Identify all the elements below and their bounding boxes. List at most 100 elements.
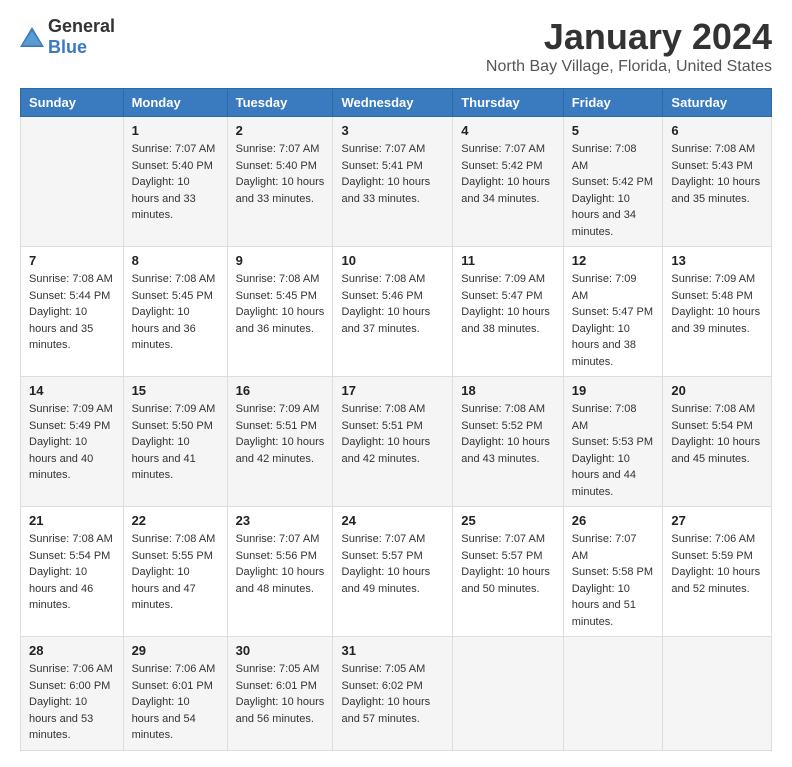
- calendar-cell-4-6: [663, 637, 772, 751]
- day-number: 20: [671, 383, 763, 398]
- day-number: 5: [572, 123, 655, 138]
- calendar-cell-3-6: 27Sunrise: 7:06 AMSunset: 5:59 PMDayligh…: [663, 507, 772, 637]
- day-number: 31: [341, 643, 444, 658]
- calendar-cell-3-5: 26Sunrise: 7:07 AMSunset: 5:58 PMDayligh…: [563, 507, 663, 637]
- day-info: Sunrise: 7:08 AMSunset: 5:45 PMDaylight:…: [132, 271, 219, 354]
- day-number: 16: [236, 383, 325, 398]
- day-number: 2: [236, 123, 325, 138]
- header: General Blue January 2024 North Bay Vill…: [20, 16, 772, 76]
- day-number: 23: [236, 513, 325, 528]
- day-info: Sunrise: 7:09 AMSunset: 5:47 PMDaylight:…: [572, 271, 655, 370]
- day-info: Sunrise: 7:08 AMSunset: 5:44 PMDaylight:…: [29, 271, 115, 354]
- calendar-cell-1-6: 13Sunrise: 7:09 AMSunset: 5:48 PMDayligh…: [663, 247, 772, 377]
- day-number: 10: [341, 253, 444, 268]
- day-info: Sunrise: 7:07 AMSunset: 5:58 PMDaylight:…: [572, 531, 655, 630]
- day-info: Sunrise: 7:08 AMSunset: 5:52 PMDaylight:…: [461, 401, 554, 467]
- day-info: Sunrise: 7:08 AMSunset: 5:53 PMDaylight:…: [572, 401, 655, 500]
- calendar-cell-0-4: 4Sunrise: 7:07 AMSunset: 5:42 PMDaylight…: [453, 117, 563, 247]
- day-info: Sunrise: 7:08 AMSunset: 5:45 PMDaylight:…: [236, 271, 325, 337]
- logo-general: General: [48, 16, 115, 36]
- header-friday: Friday: [563, 89, 663, 117]
- calendar-cell-1-0: 7 Sunrise: 7:08 AMSunset: 5:44 PMDaylight…: [21, 247, 124, 377]
- calendar-cell-0-5: 5 Sunrise: 7:08 AMSunset: 5:42 PMDaylight…: [563, 117, 663, 247]
- calendar-cell-1-3: 10Sunrise: 7:08 AMSunset: 5:46 PMDayligh…: [333, 247, 453, 377]
- day-info: Sunrise: 7:08 AMSunset: 5:42 PMDaylight:…: [572, 141, 655, 240]
- logo-icon: [20, 27, 44, 47]
- day-number: 19: [572, 383, 655, 398]
- calendar-cell-0-6: 6 Sunrise: 7:08 AMSunset: 5:43 PMDaylight…: [663, 117, 772, 247]
- day-info: Sunrise: 7:08 AMSunset: 5:54 PMDaylight:…: [671, 401, 763, 467]
- calendar-week-1: 7 Sunrise: 7:08 AMSunset: 5:44 PMDaylight…: [21, 247, 772, 377]
- calendar-cell-4-5: [563, 637, 663, 751]
- day-number: 12: [572, 253, 655, 268]
- calendar-cell-3-0: 21Sunrise: 7:08 AMSunset: 5:54 PMDayligh…: [21, 507, 124, 637]
- calendar-cell-4-4: [453, 637, 563, 751]
- calendar-cell-4-1: 29 Sunrise: 7:06 AMSunset: 6:01 PMDayligh…: [123, 637, 227, 751]
- header-saturday: Saturday: [663, 89, 772, 117]
- header-wednesday: Wednesday: [333, 89, 453, 117]
- calendar-cell-0-3: 3 Sunrise: 7:07 AMSunset: 5:41 PMDaylight…: [333, 117, 453, 247]
- weekday-header-row: Sunday Monday Tuesday Wednesday Thursday…: [21, 89, 772, 117]
- calendar-cell-2-6: 20 Sunrise: 7:08 AMSunset: 5:54 PMDayligh…: [663, 377, 772, 507]
- logo-blue: Blue: [48, 37, 87, 57]
- day-number: 28: [29, 643, 115, 658]
- calendar-cell-3-1: 22 Sunrise: 7:08 AMSunset: 5:55 PMDayligh…: [123, 507, 227, 637]
- day-info: Sunrise: 7:07 AMSunset: 5:40 PMDaylight:…: [132, 141, 219, 224]
- calendar-cell-2-2: 16 Sunrise: 7:09 AMSunset: 5:51 PMDayligh…: [227, 377, 333, 507]
- header-thursday: Thursday: [453, 89, 563, 117]
- calendar-subtitle: North Bay Village, Florida, United State…: [486, 58, 772, 76]
- day-info: Sunrise: 7:08 AMSunset: 5:51 PMDaylight:…: [341, 401, 444, 467]
- calendar-cell-1-4: 11 Sunrise: 7:09 AMSunset: 5:47 PMDayligh…: [453, 247, 563, 377]
- day-info: Sunrise: 7:06 AMSunset: 6:01 PMDaylight:…: [132, 661, 219, 744]
- logo: General Blue: [20, 16, 115, 58]
- day-number: 30: [236, 643, 325, 658]
- day-number: 15: [132, 383, 219, 398]
- day-info: Sunrise: 7:09 AMSunset: 5:50 PMDaylight:…: [132, 401, 219, 484]
- day-number: 3: [341, 123, 444, 138]
- calendar-cell-3-3: 24Sunrise: 7:07 AMSunset: 5:57 PMDayligh…: [333, 507, 453, 637]
- day-info: Sunrise: 7:07 AMSunset: 5:42 PMDaylight:…: [461, 141, 554, 207]
- calendar-cell-2-4: 18 Sunrise: 7:08 AMSunset: 5:52 PMDayligh…: [453, 377, 563, 507]
- calendar-cell-3-2: 23 Sunrise: 7:07 AMSunset: 5:56 PMDayligh…: [227, 507, 333, 637]
- calendar-cell-4-2: 30 Sunrise: 7:05 AMSunset: 6:01 PMDayligh…: [227, 637, 333, 751]
- day-number: 1: [132, 123, 219, 138]
- day-number: 11: [461, 253, 554, 268]
- calendar-cell-3-4: 25Sunrise: 7:07 AMSunset: 5:57 PMDayligh…: [453, 507, 563, 637]
- day-number: 6: [671, 123, 763, 138]
- day-number: 18: [461, 383, 554, 398]
- calendar-cell-1-2: 9 Sunrise: 7:08 AMSunset: 5:45 PMDaylight…: [227, 247, 333, 377]
- calendar-cell-2-0: 14Sunrise: 7:09 AMSunset: 5:49 PMDayligh…: [21, 377, 124, 507]
- day-number: 8: [132, 253, 219, 268]
- day-info: Sunrise: 7:05 AMSunset: 6:01 PMDaylight:…: [236, 661, 325, 727]
- calendar-cell-1-5: 12 Sunrise: 7:09 AMSunset: 5:47 PMDayligh…: [563, 247, 663, 377]
- day-info: Sunrise: 7:09 AMSunset: 5:47 PMDaylight:…: [461, 271, 554, 337]
- title-section: January 2024 North Bay Village, Florida,…: [486, 16, 772, 76]
- day-number: 7: [29, 253, 115, 268]
- day-info: Sunrise: 7:06 AMSunset: 5:59 PMDaylight:…: [671, 531, 763, 597]
- day-info: Sunrise: 7:08 AMSunset: 5:55 PMDaylight:…: [132, 531, 219, 614]
- calendar-cell-2-1: 15 Sunrise: 7:09 AMSunset: 5:50 PMDayligh…: [123, 377, 227, 507]
- day-number: 9: [236, 253, 325, 268]
- header-monday: Monday: [123, 89, 227, 117]
- calendar-week-0: 1 Sunrise: 7:07 AMSunset: 5:40 PMDaylight…: [21, 117, 772, 247]
- day-number: 22: [132, 513, 219, 528]
- header-sunday: Sunday: [21, 89, 124, 117]
- calendar-cell-0-2: 2Sunrise: 7:07 AMSunset: 5:40 PMDaylight…: [227, 117, 333, 247]
- calendar-cell-0-0: [21, 117, 124, 247]
- day-number: 21: [29, 513, 115, 528]
- day-number: 29: [132, 643, 219, 658]
- day-info: Sunrise: 7:08 AMSunset: 5:43 PMDaylight:…: [671, 141, 763, 207]
- calendar-week-2: 14Sunrise: 7:09 AMSunset: 5:49 PMDayligh…: [21, 377, 772, 507]
- calendar-table: Sunday Monday Tuesday Wednesday Thursday…: [20, 88, 772, 751]
- day-info: Sunrise: 7:07 AMSunset: 5:41 PMDaylight:…: [341, 141, 444, 207]
- day-info: Sunrise: 7:09 AMSunset: 5:51 PMDaylight:…: [236, 401, 325, 467]
- day-info: Sunrise: 7:09 AMSunset: 5:49 PMDaylight:…: [29, 401, 115, 484]
- day-info: Sunrise: 7:07 AMSunset: 5:57 PMDaylight:…: [341, 531, 444, 597]
- day-info: Sunrise: 7:06 AMSunset: 6:00 PMDaylight:…: [29, 661, 115, 744]
- calendar-cell-1-1: 8 Sunrise: 7:08 AMSunset: 5:45 PMDaylight…: [123, 247, 227, 377]
- calendar-week-4: 28 Sunrise: 7:06 AMSunset: 6:00 PMDayligh…: [21, 637, 772, 751]
- calendar-week-3: 21Sunrise: 7:08 AMSunset: 5:54 PMDayligh…: [21, 507, 772, 637]
- calendar-cell-4-0: 28 Sunrise: 7:06 AMSunset: 6:00 PMDayligh…: [21, 637, 124, 751]
- calendar-title: January 2024: [486, 16, 772, 58]
- day-info: Sunrise: 7:07 AMSunset: 5:56 PMDaylight:…: [236, 531, 325, 597]
